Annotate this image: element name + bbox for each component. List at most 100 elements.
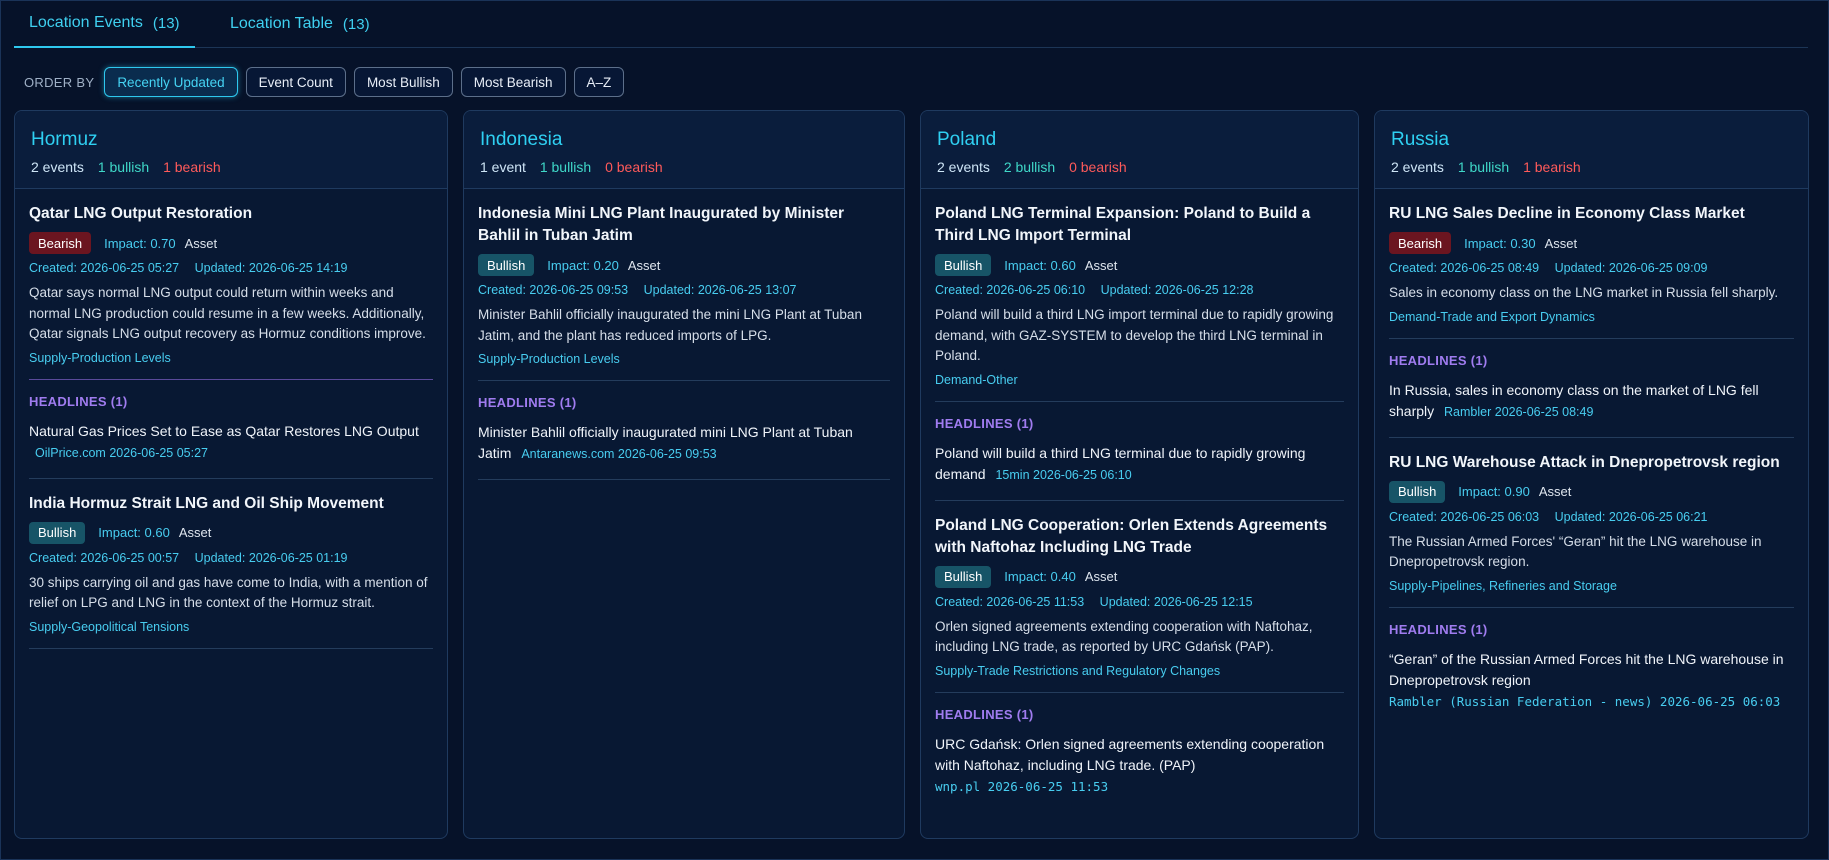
event-title: Qatar LNG Output Restoration — [29, 205, 253, 222]
event-title: Indonesia Mini LNG Plant Inaugurated by … — [478, 205, 845, 244]
event-title: RU LNG Sales Decline in Economy Class Ma… — [1389, 205, 1745, 222]
updated-date: Updated: 2026-06-25 06:21 — [1554, 509, 1708, 524]
location-card-poland: Poland 2 events 2 bullish 0 bearish Pola… — [920, 110, 1359, 839]
event-item[interactable]: India Hormuz Strait LNG and Oil Ship Mov… — [29, 479, 433, 649]
sentiment-badge: Bearish — [1389, 232, 1452, 254]
tab-count: (13) — [152, 14, 180, 32]
headlines-section: HEADLINES (1) URC Gdańsk: Orlen signed a… — [935, 693, 1344, 811]
headline-item[interactable]: URC Gdańsk: Orlen signed agreements exte… — [935, 734, 1344, 797]
location-stats: 2 events 1 bullish 1 bearish — [31, 159, 431, 175]
order-most-bearish-button[interactable]: Most Bearish — [460, 67, 566, 97]
event-category-link[interactable]: Supply-Production Levels — [29, 351, 433, 365]
headlines-section: HEADLINES (1) Minister Bahlil officially… — [478, 381, 890, 480]
updated-date: Updated: 2026-06-25 12:28 — [1100, 283, 1254, 297]
headline-item[interactable]: In Russia, sales in economy class on the… — [1389, 380, 1794, 423]
impact-value: Impact: 0.40 — [1004, 569, 1076, 584]
headline-item[interactable]: Poland will build a third LNG terminal d… — [935, 443, 1344, 486]
location-card-russia: Russia 2 events 1 bullish 1 bearish RU L… — [1374, 110, 1809, 839]
headline-text: URC Gdańsk: Orlen signed agreements exte… — [935, 735, 1325, 773]
headline-text: Natural Gas Prices Set to Ease as Qatar … — [29, 422, 419, 439]
event-category-link[interactable]: Supply-Geopolitical Tensions — [29, 620, 433, 634]
bullish-count: 1 bullish — [1457, 159, 1510, 175]
event-title: RU LNG Warehouse Attack in Dnepropetrovs… — [1389, 453, 1780, 471]
location-header: Hormuz 2 events 1 bullish 1 bearish — [15, 111, 447, 189]
asset-label: Asset — [627, 257, 661, 273]
headline-item[interactable]: Natural Gas Prices Set to Ease as Qatar … — [29, 421, 433, 464]
headline-source-link[interactable]: OilPrice.com 2026-06-25 05:27 — [35, 446, 208, 460]
order-event-count-button[interactable]: Event Count — [245, 67, 346, 97]
headlines-label: HEADLINES (1) — [1389, 621, 1488, 637]
event-count: 2 events — [1391, 159, 1444, 175]
headline-source-link[interactable]: Antaranews.com 2026-06-25 09:53 — [521, 447, 716, 461]
event-dates: Created: 2026-06-25 11:53 Updated: 2026-… — [935, 595, 1344, 609]
updated-date: Updated: 2026-06-25 12:15 — [1099, 594, 1253, 609]
order-most-bullish-button[interactable]: Most Bullish — [353, 67, 453, 97]
event-item[interactable]: Poland LNG Terminal Expansion: Poland to… — [935, 189, 1344, 402]
bullish-count: 1 bullish — [97, 159, 150, 175]
created-date: Created: 2026-06-25 08:49 — [1389, 261, 1540, 275]
headline-source-link[interactable]: 15min 2026-06-25 06:10 — [995, 468, 1131, 482]
sentiment-badge: Bearish — [29, 232, 92, 254]
location-stats: 2 events 1 bullish 1 bearish — [1391, 159, 1792, 175]
impact-value: Impact: 0.90 — [1458, 484, 1530, 499]
tab-bar: Location Events (13) Location Table (13) — [14, 0, 1808, 48]
headline-source-link[interactable]: wnp.pl 2026-06-25 11:53 — [935, 776, 1344, 797]
event-category-link[interactable]: Supply-Trade Restrictions and Regulatory… — [935, 664, 1344, 678]
bearish-count: 1 bearish — [163, 159, 221, 175]
bullish-count: 1 bullish — [539, 159, 592, 175]
event-category-link[interactable]: Supply-Pipelines, Refineries and Storage — [1389, 579, 1794, 593]
event-summary: The Russian Armed Forces' “Geran” hit th… — [1389, 533, 1762, 570]
location-title[interactable]: Russia — [1391, 129, 1792, 151]
location-title[interactable]: Hormuz — [31, 129, 431, 151]
tab-location-table[interactable]: Location Table (13) — [230, 0, 370, 48]
updated-date: Updated: 2026-06-25 01:19 — [194, 550, 348, 565]
sentiment-badge: Bullish — [1389, 480, 1446, 503]
created-date: Created: 2026-06-25 09:53 — [478, 283, 629, 297]
event-summary: 30 ships carrying oil and gas have come … — [29, 574, 428, 611]
event-summary: Qatar says normal LNG output could retur… — [29, 285, 426, 341]
location-title[interactable]: Indonesia — [480, 129, 888, 151]
sentiment-badge: Bullish — [935, 565, 992, 588]
event-summary: Sales in economy class on the LNG market… — [1389, 285, 1779, 300]
headlines-label: HEADLINES (1) — [935, 415, 1034, 431]
location-header: Poland 2 events 2 bullish 0 bearish — [921, 111, 1358, 189]
headline-item[interactable]: Minister Bahlil officially inaugurated m… — [478, 422, 890, 465]
event-item[interactable]: RU LNG Warehouse Attack in Dnepropetrovs… — [1389, 438, 1794, 608]
event-item[interactable]: RU LNG Sales Decline in Economy Class Ma… — [1389, 189, 1794, 339]
asset-label: Asset — [1538, 484, 1572, 499]
event-item[interactable]: Poland LNG Cooperation: Orlen Extends Ag… — [935, 501, 1344, 693]
asset-label: Asset — [1084, 257, 1118, 273]
headline-source-link[interactable]: Rambler 2026-06-25 08:49 — [1444, 405, 1593, 419]
location-stats: 1 event 1 bullish 0 bearish — [480, 159, 888, 175]
tab-count: (13) — [342, 15, 370, 33]
order-recently-updated-button[interactable]: Recently Updated — [104, 67, 238, 97]
created-date: Created: 2026-06-25 06:03 — [1389, 509, 1540, 524]
event-item[interactable]: Qatar LNG Output Restoration Bearish Imp… — [29, 189, 433, 380]
headline-source-link[interactable]: Rambler (Russian Federation - news) 2026… — [1389, 691, 1794, 712]
event-dates: Created: 2026-06-25 06:03 Updated: 2026-… — [1389, 510, 1794, 524]
location-title[interactable]: Poland — [937, 129, 1342, 151]
tab-label: Location Table — [230, 15, 333, 32]
event-item[interactable]: Indonesia Mini LNG Plant Inaugurated by … — [478, 189, 890, 381]
created-date: Created: 2026-06-25 00:57 — [29, 550, 180, 565]
updated-date: Updated: 2026-06-25 09:09 — [1554, 261, 1708, 275]
event-category-link[interactable]: Supply-Production Levels — [478, 352, 890, 366]
location-card-hormuz: Hormuz 2 events 1 bullish 1 bearish Qata… — [14, 110, 448, 839]
event-category-link[interactable]: Demand-Other — [935, 373, 1344, 387]
created-date: Created: 2026-06-25 06:10 — [935, 283, 1086, 297]
event-category-link[interactable]: Demand-Trade and Export Dynamics — [1389, 310, 1794, 324]
bearish-count: 0 bearish — [605, 159, 663, 175]
headline-item[interactable]: “Geran” of the Russian Armed Forces hit … — [1389, 649, 1794, 712]
order-a-z-button[interactable]: A–Z — [573, 67, 625, 97]
order-by-label: ORDER BY — [24, 74, 95, 90]
headline-text: “Geran” of the Russian Armed Forces hit … — [1389, 650, 1784, 688]
event-dates: Created: 2026-06-25 08:49 Updated: 2026-… — [1389, 261, 1794, 275]
bearish-count: 0 bearish — [1069, 159, 1127, 175]
headlines-label: HEADLINES (1) — [1389, 352, 1488, 368]
impact-value: Impact: 0.70 — [104, 235, 176, 251]
impact-value: Impact: 0.60 — [1004, 257, 1076, 273]
headlines-section: HEADLINES (1) In Russia, sales in econom… — [1389, 339, 1794, 438]
tab-location-events[interactable]: Location Events (13) — [14, 0, 195, 48]
headlines-section: HEADLINES (1) Natural Gas Prices Set to … — [29, 380, 433, 479]
event-title: Poland LNG Cooperation: Orlen Extends Ag… — [935, 516, 1328, 556]
